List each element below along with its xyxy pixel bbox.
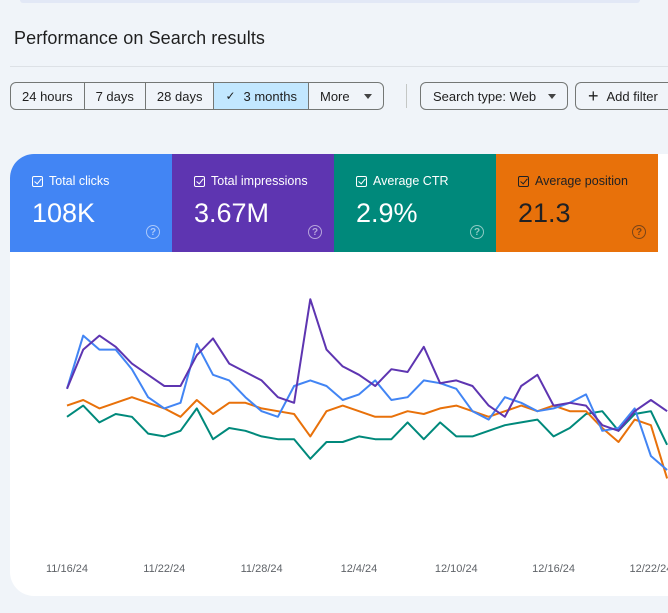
search-type-label: Search type: Web <box>433 88 537 104</box>
x-tick-label: 11/16/24 <box>46 563 88 575</box>
x-tick-label: 12/16/24 <box>532 563 575 575</box>
x-tick-label: 11/22/24 <box>143 563 185 575</box>
x-tick-label: 12/10/24 <box>435 563 478 575</box>
plus-icon: + <box>588 86 599 106</box>
top-banner-edge <box>20 0 640 3</box>
x-tick-label: 11/28/24 <box>241 563 283 575</box>
performance-line-chart[interactable]: 11/16/24 11/22/24 11/28/24 12/4/24 12/10/24 1… <box>10 154 668 596</box>
checkmark-icon: ✓ <box>225 89 236 103</box>
header-divider <box>10 66 668 67</box>
date-range-label: More <box>320 88 350 104</box>
series-line-total-clicks[interactable] <box>66 334 668 471</box>
date-range-28-days[interactable]: 28 days <box>146 83 215 109</box>
date-range-label: 7 days <box>95 88 134 104</box>
performance-chart-card: Total clicks 108K ? Total impressions 3.… <box>10 154 668 596</box>
dropdown-arrow-icon <box>548 93 557 99</box>
search-type-filter[interactable]: Search type: Web <box>420 82 568 110</box>
date-range-label: 3 months <box>243 88 297 104</box>
toolbar-divider <box>406 84 407 108</box>
date-range-3-months[interactable]: ✓ 3 months <box>214 83 309 109</box>
date-range-more[interactable]: More <box>309 83 383 109</box>
date-range-label: 28 days <box>156 88 203 104</box>
date-range-24-hours[interactable]: 24 hours <box>11 83 85 109</box>
x-tick-label: 12/22/24 <box>630 563 668 575</box>
date-range-7-days[interactable]: 7 days <box>85 83 146 109</box>
add-filter-label: Add filter <box>606 88 658 104</box>
x-tick-label: 12/4/24 <box>341 563 378 575</box>
dropdown-arrow-icon <box>363 93 372 99</box>
date-range-label: 24 hours <box>22 88 73 104</box>
date-range-selector: 24 hours 7 days 28 days ✓ 3 months More <box>10 82 384 110</box>
add-filter-button[interactable]: + Add filter <box>575 82 668 110</box>
page-title: Performance on Search results <box>14 28 266 48</box>
